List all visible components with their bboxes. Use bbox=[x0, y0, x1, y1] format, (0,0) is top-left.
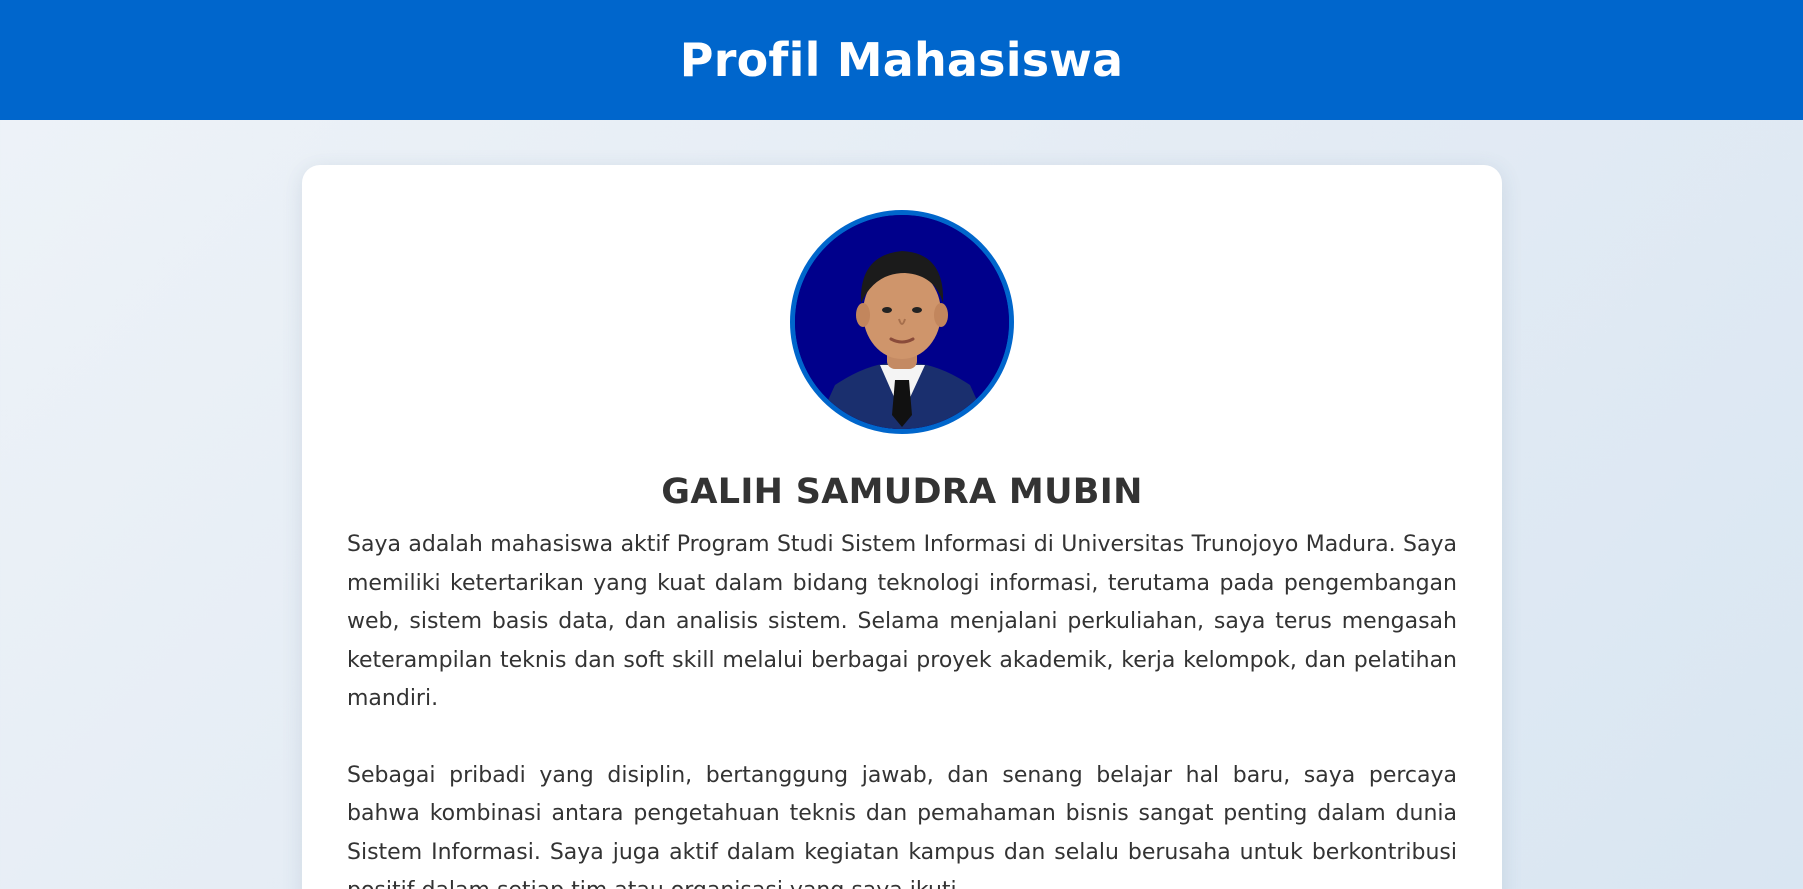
profile-card: GALIH SAMUDRA MUBIN Saya adalah mahasisw… bbox=[302, 165, 1502, 889]
student-name: GALIH SAMUDRA MUBIN bbox=[661, 472, 1143, 512]
page-title: Profil Mahasiswa bbox=[679, 33, 1124, 87]
profile-photo bbox=[790, 210, 1014, 434]
bio-paragraph: Sebagai pribadi yang disiplin, bertanggu… bbox=[347, 762, 1457, 889]
bio-paragraph: Saya adalah mahasiswa aktif Program Stud… bbox=[347, 532, 1457, 711]
student-bio: Saya adalah mahasiswa aktif Program Stud… bbox=[347, 526, 1457, 889]
student-portrait-icon bbox=[795, 215, 1009, 429]
page-header: Profil Mahasiswa bbox=[0, 0, 1803, 120]
